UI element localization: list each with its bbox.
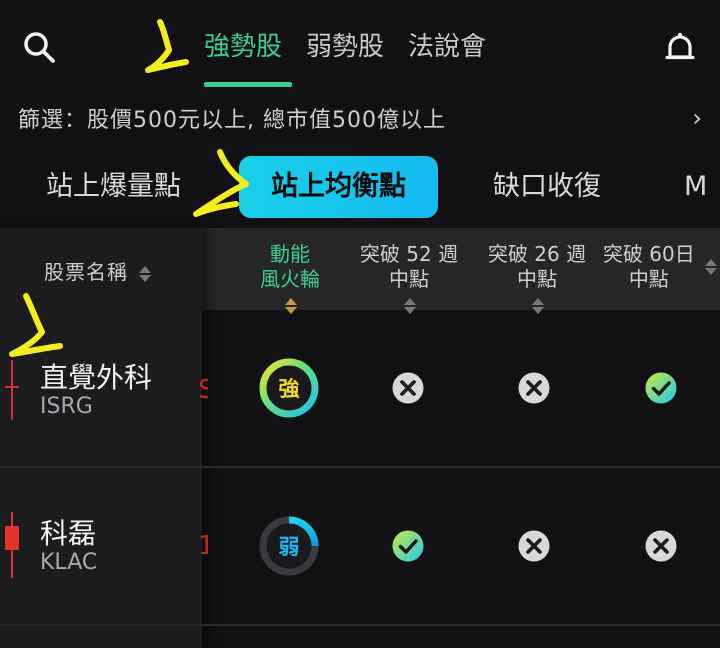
filter-bar[interactable]: 篩選：股價500元以上, 總市值500億以上 › xyxy=(18,100,702,136)
chip-volume-breakout[interactable]: 站上爆量點 xyxy=(46,156,181,218)
main-tabs: 強勢股 弱勢股 法說會 xyxy=(204,28,486,66)
filter-text: 篩選：股價500元以上, 總市值500億以上 xyxy=(18,108,446,133)
sort-icon xyxy=(404,296,418,316)
tab-strong-stocks[interactable]: 強勢股 xyxy=(204,28,282,66)
sort-icon xyxy=(705,257,719,277)
bell-icon[interactable] xyxy=(662,30,698,66)
tab-weak-stocks[interactable]: 弱勢股 xyxy=(306,28,384,66)
strategy-chips: 站上爆量點 站上均衡點 缺口收復 M xyxy=(0,156,720,218)
column-header-break-60d[interactable]: 突破 60日 中點 xyxy=(602,242,720,292)
search-icon[interactable] xyxy=(22,30,56,64)
row-divider xyxy=(0,624,720,626)
check-circle-icon xyxy=(392,530,424,562)
chevron-right-icon: › xyxy=(692,104,702,132)
chip-equilibrium-breakout[interactable]: 站上均衡點 xyxy=(239,156,438,218)
momentum-label: 強 xyxy=(279,377,300,401)
price-change-fragment: S xyxy=(198,376,208,404)
x-circle-icon xyxy=(645,530,677,562)
x-circle-icon xyxy=(392,372,424,404)
column-header-name[interactable]: 股票名稱 xyxy=(44,256,153,285)
chip-more[interactable]: M xyxy=(684,156,720,218)
column-header-momentum[interactable]: 動能 風火輪 xyxy=(248,242,332,317)
candlestick-body xyxy=(5,526,19,550)
momentum-gauge-weak: 弱 xyxy=(259,516,319,576)
candlestick-wick xyxy=(11,360,13,420)
price-change-fragment: 1 xyxy=(198,532,208,560)
tab-earnings-call[interactable]: 法說會 xyxy=(408,28,486,66)
active-tab-indicator xyxy=(204,82,292,87)
stock-name: 直覺外科 xyxy=(40,361,153,394)
stock-code: ISRG xyxy=(40,394,93,419)
row-divider xyxy=(0,466,720,468)
sort-icon xyxy=(532,296,546,316)
top-header: 強勢股 弱勢股 法說會 xyxy=(0,0,720,92)
momentum-label: 弱 xyxy=(279,535,300,559)
annotation-pointer-icon xyxy=(9,293,63,357)
sort-icon xyxy=(139,264,153,284)
x-circle-icon xyxy=(518,530,550,562)
sort-icon xyxy=(285,296,299,316)
stock-name: 科磊 xyxy=(40,517,97,550)
column-header-break-26w[interactable]: 突破 26 週中點 xyxy=(476,242,598,317)
momentum-gauge-strong: 強 xyxy=(259,358,319,418)
chip-gap-recovery[interactable]: 缺口收復 xyxy=(493,156,601,218)
check-circle-icon xyxy=(645,372,677,404)
candlestick-body xyxy=(5,386,19,388)
annotation-pointer-icon xyxy=(193,149,249,217)
stock-code: KLAC xyxy=(40,550,98,575)
column-header-break-52w[interactable]: 突破 52 週中點 xyxy=(348,242,470,317)
name-column xyxy=(0,228,202,648)
x-circle-icon xyxy=(518,372,550,404)
annotation-pointer-icon xyxy=(145,19,189,73)
